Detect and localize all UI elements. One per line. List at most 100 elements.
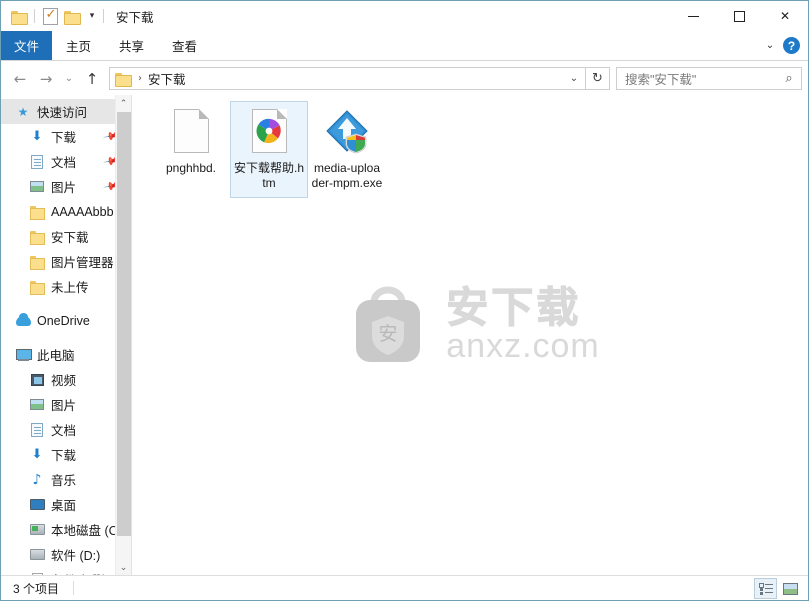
drive-icon — [27, 549, 47, 560]
file-item-selected[interactable]: 安下载帮助.htm — [230, 101, 308, 198]
file-list-pane[interactable]: 安 安下载 anxz.com pnghhbd. 安下载帮助.htm media-… — [132, 95, 808, 576]
folder-icon — [27, 255, 47, 270]
breadcrumb-path-bar[interactable]: › 安下载 ⌄ — [109, 67, 586, 90]
sidebar-item-desktop[interactable]: 桌面 — [1, 492, 131, 517]
window-title: 安下载 — [116, 10, 154, 25]
sidebar-scrollbar[interactable]: ⌃ ⌄ — [115, 95, 131, 576]
sidebar-item-quick-access[interactable]: ★ 快速访问 — [1, 99, 131, 124]
download-icon: ⬇ — [31, 447, 43, 462]
sidebar-item-picture-manager[interactable]: 图片管理器 — [1, 249, 131, 274]
computer-icon — [13, 348, 33, 361]
search-box[interactable]: 搜索"安下载" ⌕ — [616, 67, 802, 90]
sidebar-item-this-pc[interactable]: 此电脑 — [1, 342, 131, 367]
status-divider — [73, 581, 75, 595]
document-icon — [27, 154, 47, 169]
recent-locations-button[interactable]: ⌄ — [59, 67, 79, 91]
breadcrumb-separator-icon: › — [138, 73, 142, 84]
sidebar-item-downloads[interactable]: ⬇ 下载 📌 — [1, 124, 131, 149]
maximize-button[interactable] — [716, 1, 762, 31]
qat-properties-button[interactable] — [39, 5, 61, 27]
title-bar: ▾ 安下载 ✕ — [1, 1, 808, 31]
file-item[interactable]: pnghhbd. — [152, 101, 230, 198]
details-view-button[interactable] — [754, 578, 777, 599]
folder-icon — [115, 72, 132, 87]
tab-share[interactable]: 共享 — [105, 31, 158, 60]
minimize-button[interactable] — [670, 1, 716, 31]
toolbar-divider — [103, 9, 104, 23]
sidebar-item-not-uploaded[interactable]: 未上传 — [1, 274, 131, 299]
file-item[interactable]: media-uploader-mpm.exe — [308, 101, 386, 198]
scroll-up-icon[interactable]: ⌃ — [116, 95, 131, 112]
blank-document-icon — [167, 107, 215, 155]
picture-icon — [27, 399, 47, 410]
chrome-html-icon — [245, 107, 293, 155]
large-icons-view-button[interactable] — [779, 578, 802, 599]
download-icon: ⬇ — [31, 129, 43, 144]
sidebar-item-label: 文档 — [51, 156, 77, 170]
cloud-icon — [13, 312, 33, 326]
picture-icon — [27, 181, 47, 192]
sidebar-item-pictures[interactable]: 图片 📌 — [1, 174, 131, 199]
minimize-icon — [687, 15, 699, 17]
file-name-label: 安下载帮助.htm — [233, 161, 304, 190]
file-name-label: pnghhbd. — [165, 161, 217, 175]
sidebar-item-label: AAAAAbbb — [51, 204, 114, 219]
help-button[interactable]: ? — [783, 37, 800, 54]
sidebar-item-label: 此电脑 — [37, 349, 75, 363]
sidebar-item-anxiazai[interactable]: 安下载 — [1, 224, 131, 249]
folder-icon — [11, 10, 28, 25]
folder-icon — [64, 10, 81, 25]
sidebar-item-software-d[interactable]: 软件 (D:) — [1, 542, 131, 567]
anxz-bag-logo-icon: 安 — [356, 286, 421, 362]
quick-access-toolbar: ▾ 安下载 — [1, 1, 154, 31]
sidebar-item-pictures-pc[interactable]: 图片 — [1, 392, 131, 417]
sidebar-item-downloads-pc[interactable]: ⬇ 下载 — [1, 442, 131, 467]
sidebar-item-label: 视频 — [51, 374, 77, 388]
address-bar: ← → ⌄ ↑ › 安下载 ⌄ ↻ 搜索"安下载" ⌕ — [1, 62, 808, 95]
sidebar-item-label: 软件 (D:) — [51, 549, 101, 563]
chevron-down-icon[interactable]: ▾ — [85, 11, 99, 21]
chevron-down-icon[interactable]: ⌄ — [759, 35, 781, 57]
tab-view[interactable]: 查看 — [158, 31, 211, 60]
folder-icon — [27, 230, 47, 245]
properties-icon — [42, 7, 58, 25]
scrollbar-thumb[interactable] — [117, 112, 131, 536]
search-input[interactable]: 搜索"安下载" — [625, 69, 781, 88]
sidebar-item-label: OneDrive — [37, 313, 90, 328]
folder-icon — [27, 280, 47, 295]
system-drive-icon — [27, 524, 47, 535]
details-view-icon — [758, 583, 773, 594]
watermark-en-text: anxz.com — [446, 326, 600, 365]
sidebar-item-aaaaabbb[interactable]: AAAAAbbb — [1, 199, 131, 224]
sidebar-item-label: 图片 — [51, 399, 77, 413]
explorer-body: ★ 快速访问 ⬇ 下载 📌 文档 📌 图片 📌 AAAAAbbb 安下载 图片管… — [1, 95, 808, 576]
close-button[interactable]: ✕ — [762, 1, 808, 31]
sidebar-item-label: 安下载 — [51, 231, 89, 245]
qat-new-folder-button[interactable] — [61, 5, 83, 27]
sidebar-item-label: 未上传 — [51, 281, 89, 295]
tab-file[interactable]: 文件 — [1, 31, 53, 60]
search-icon[interactable]: ⌕ — [781, 71, 797, 86]
toolbar-divider — [34, 9, 35, 23]
large-icons-view-icon — [783, 582, 798, 595]
sidebar-item-label: 音乐 — [51, 474, 77, 488]
sidebar-item-documents-pc[interactable]: 文档 — [1, 417, 131, 442]
back-button[interactable]: ← — [7, 67, 33, 91]
sidebar-item-label: 快速访问 — [37, 106, 88, 120]
tab-home[interactable]: 主页 — [52, 31, 105, 60]
refresh-button[interactable]: ↻ — [586, 67, 610, 90]
path-dropdown-icon[interactable]: ⌄ — [565, 73, 583, 84]
up-button[interactable]: ↑ — [79, 67, 105, 91]
qat-folder-button[interactable] — [8, 5, 30, 27]
sidebar-item-onedrive[interactable]: OneDrive — [1, 308, 131, 333]
sidebar-item-documents[interactable]: 文档 📌 — [1, 149, 131, 174]
close-icon: ✕ — [779, 9, 791, 23]
forward-button[interactable]: → — [33, 67, 59, 91]
chrome-pinwheel-icon — [256, 118, 282, 144]
sidebar-item-music[interactable]: ♪ 音乐 — [1, 467, 131, 492]
sidebar-item-videos[interactable]: 视频 — [1, 367, 131, 392]
scroll-down-icon[interactable]: ⌄ — [116, 559, 131, 576]
breadcrumb-current-folder[interactable]: 安下载 — [148, 69, 186, 88]
sidebar-item-local-disk-c[interactable]: 本地磁盘 (C:) — [1, 517, 131, 542]
file-items-grid: pnghhbd. 安下载帮助.htm media-uploader-mpm.ex… — [132, 95, 808, 198]
